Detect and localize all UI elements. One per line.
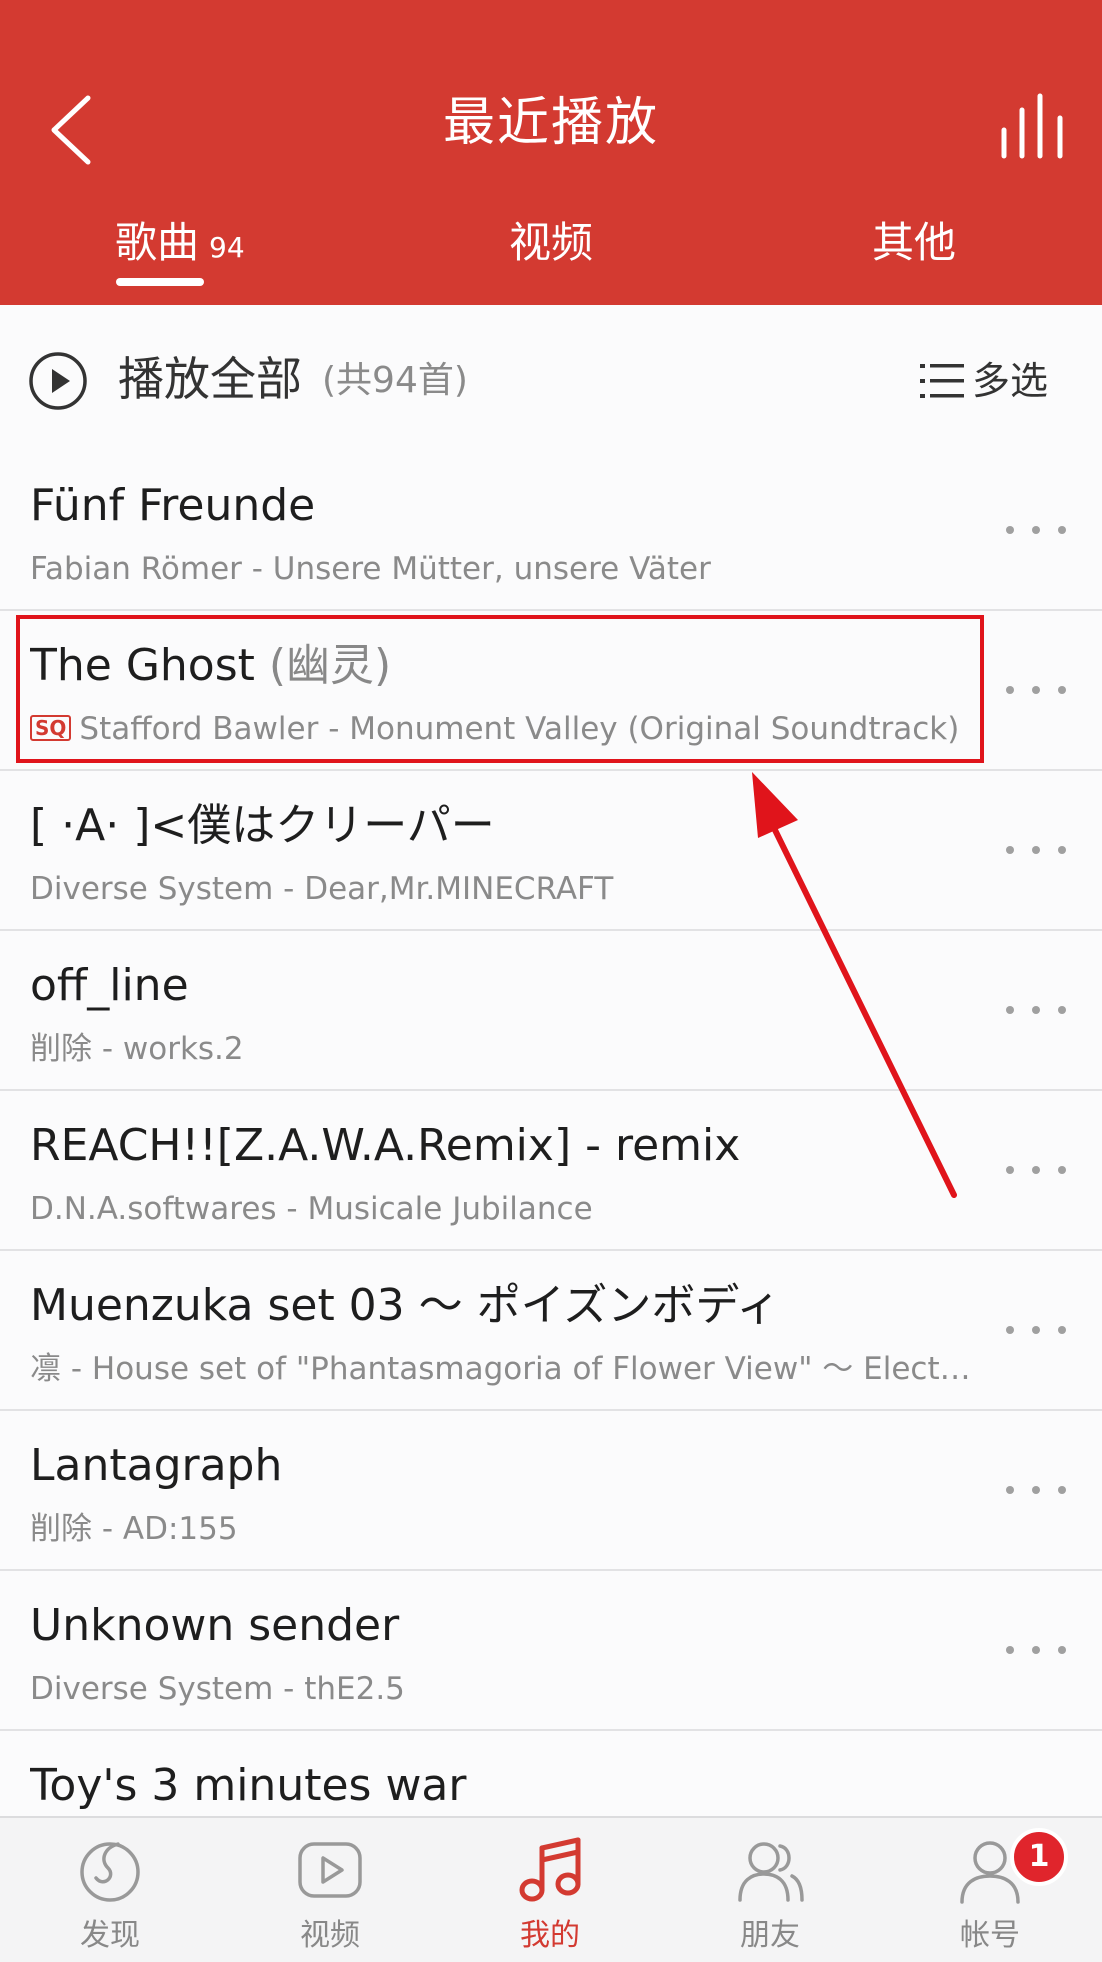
- page-title: 最近播放: [442, 93, 659, 153]
- nav-my-music-label: 我的: [520, 1918, 580, 1953]
- more-options-icon[interactable]: [1006, 515, 1066, 545]
- song-title-text: Muenzuka set 03 ～ ポイズンボディ: [30, 1280, 781, 1331]
- song-row[interactable]: [ ·A· ]<僕はクリーパー Diverse System - Dear,Mr…: [0, 771, 1102, 931]
- more-options-icon[interactable]: [1006, 1475, 1066, 1505]
- song-row[interactable]: Unknown sender Diverse System - thE2.5: [0, 1571, 1102, 1731]
- nav-account-label: 帐号: [960, 1918, 1020, 1953]
- song-subtitle: Diverse System - thE2.5: [30, 1671, 405, 1707]
- song-title-text: The Ghost: [30, 640, 255, 691]
- song-row[interactable]: The Ghost (幽灵) SQ Stafford Bawler - Monum…: [0, 611, 1102, 771]
- more-options-icon[interactable]: [1006, 675, 1066, 705]
- song-title-text: off_line: [30, 960, 189, 1011]
- bottom-nav: 发现 视频 我的 朋友 1 帐号: [0, 1816, 1102, 1962]
- song-list: Fünf Freunde Fabian Römer - Unsere Mütte…: [0, 451, 1102, 1816]
- song-title: [ ·A· ]<僕はクリーパー: [30, 797, 962, 855]
- song-title: REACH!![Z.A.W.A.Remix] - remix: [30, 1117, 962, 1175]
- song-row[interactable]: Fünf Freunde Fabian Römer - Unsere Mütte…: [0, 451, 1102, 611]
- more-options-icon[interactable]: [1006, 1315, 1066, 1345]
- song-subtitle: Fabian Römer - Unsere Mütter, unsere Vät…: [30, 551, 711, 587]
- song-subtitle: D.N.A.softwares - Musicale Jubilance: [30, 1191, 593, 1227]
- song-title-text: Fünf Freunde: [30, 480, 316, 531]
- more-options-icon[interactable]: [1006, 835, 1066, 865]
- song-title-text: [ ·A· ]<僕はクリーパー: [30, 800, 495, 851]
- nav-friends[interactable]: 朋友: [660, 1818, 880, 1962]
- song-title-text: REACH!![Z.A.W.A.Remix] - remix: [30, 1120, 741, 1171]
- song-subtitle: SQ Stafford Bawler - Monument Valley (Ori…: [30, 707, 972, 751]
- song-title: Muenzuka set 03 ～ ポイズンボディ: [30, 1277, 962, 1335]
- song-row[interactable]: off_line 削除 - works.2: [0, 931, 1102, 1091]
- list-icon: [920, 364, 964, 398]
- tab-videos-label: 视频: [508, 218, 593, 267]
- song-title: Toy's 3 minutes war: [30, 1757, 962, 1815]
- song-subtitle: 凛 - House set of "Phantasmagoria of Flow…: [30, 1351, 972, 1387]
- song-row[interactable]: Muenzuka set 03 ～ ポイズンボディ 凛 - House set …: [0, 1251, 1102, 1411]
- notification-badge: 1: [1010, 1828, 1068, 1886]
- song-row[interactable]: Lantagraph 削除 - AD:155: [0, 1411, 1102, 1571]
- music-note-icon: [519, 1837, 581, 1902]
- video-icon: [298, 1842, 362, 1898]
- tab-other-label: 其他: [872, 218, 957, 267]
- header: 最近播放 歌曲 94 视频 其他: [0, 0, 1102, 305]
- friends-icon: [738, 1842, 804, 1902]
- song-title: Fünf Freunde: [30, 477, 962, 535]
- multi-select-label: 多选: [972, 359, 1049, 403]
- nav-friends-label: 朋友: [740, 1918, 800, 1953]
- multi-select-button[interactable]: 多选: [920, 353, 1070, 409]
- nav-account[interactable]: 1 帐号: [880, 1818, 1100, 1962]
- play-all-row[interactable]: 播放全部 (共94首) 多选: [0, 305, 1102, 453]
- tab-other[interactable]: 其他: [872, 210, 956, 290]
- song-row[interactable]: REACH!![Z.A.W.A.Remix] - remix D.N.A.sof…: [0, 1091, 1102, 1251]
- song-subtitle: 削除 - works.2: [30, 1031, 244, 1067]
- song-row[interactable]: Toy's 3 minutes war: [0, 1731, 1102, 1816]
- nav-video-label: 视频: [300, 1918, 360, 1953]
- play-all-label[interactable]: 播放全部: [118, 347, 302, 411]
- sq-quality-badge: SQ: [30, 715, 72, 741]
- song-subtitle: Diverse System - Dear,Mr.MINECRAFT: [30, 871, 614, 907]
- song-title: The Ghost (幽灵): [30, 637, 962, 695]
- nav-discover-label: 发现: [80, 1918, 140, 1953]
- play-all-count: (共94首): [322, 360, 468, 401]
- nav-discover[interactable]: 发现: [0, 1818, 220, 1962]
- song-subtitle-text: Stafford Bawler - Monument Valley (Origi…: [79, 711, 960, 747]
- song-title: off_line: [30, 957, 962, 1015]
- more-options-icon[interactable]: [1006, 995, 1066, 1025]
- more-options-icon[interactable]: [1006, 1635, 1066, 1665]
- tab-active-indicator: [116, 278, 204, 286]
- song-subtitle: 削除 - AD:155: [30, 1511, 238, 1547]
- nav-video[interactable]: 视频: [220, 1818, 440, 1962]
- song-alias: (幽灵): [254, 640, 392, 691]
- song-title-text: Unknown sender: [30, 1600, 400, 1651]
- more-options-icon[interactable]: [1006, 1155, 1066, 1185]
- nav-my-music[interactable]: 我的: [440, 1818, 660, 1962]
- discover-icon: [80, 1842, 140, 1902]
- song-title-text: Toy's 3 minutes war: [30, 1760, 467, 1811]
- song-title: Lantagraph: [30, 1437, 962, 1495]
- now-playing-bars-icon[interactable]: [998, 92, 1068, 162]
- play-circle-icon[interactable]: [28, 351, 88, 411]
- song-title: Unknown sender: [30, 1597, 962, 1655]
- song-title-text: Lantagraph: [30, 1440, 283, 1491]
